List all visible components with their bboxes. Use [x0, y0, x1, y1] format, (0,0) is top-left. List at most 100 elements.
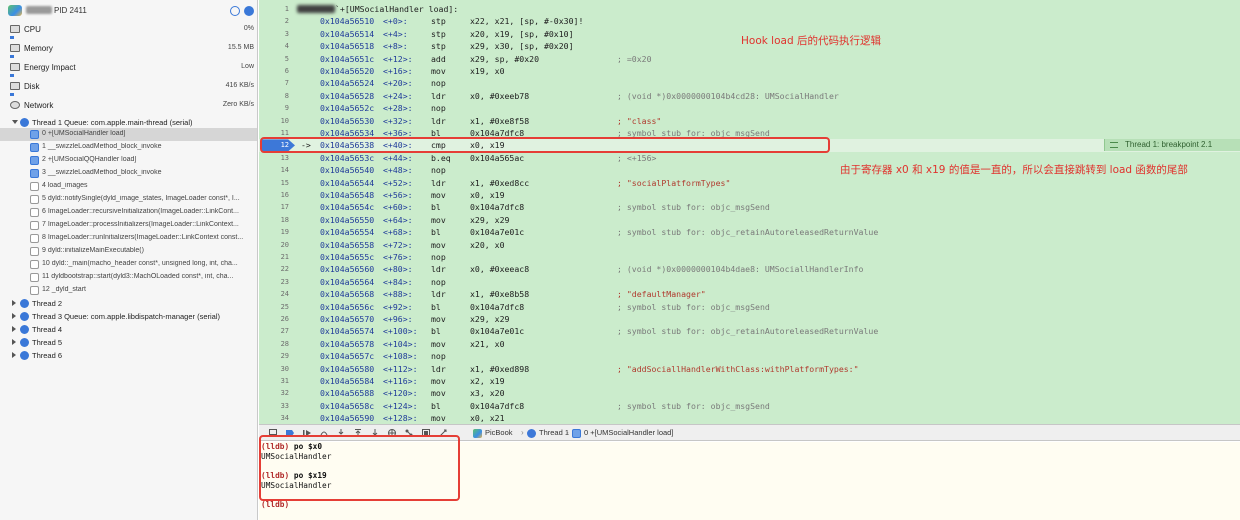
stack-frame[interactable]: 5 dyld::notifySingle(dyld_image_states, … — [0, 193, 257, 206]
line-number[interactable]: 2 — [259, 15, 289, 27]
stack-frame[interactable]: 10 dyld::_main(macho_header const*, unsi… — [0, 258, 257, 271]
instruction-comment: ; symbol stub for: objc_retainAutoreleas… — [617, 227, 879, 238]
line-number[interactable]: 33 — [259, 400, 289, 412]
line-number[interactable]: 3 — [259, 28, 289, 40]
gauge-energy[interactable]: Energy Impact Low — [0, 60, 257, 79]
line-number[interactable]: 24 — [259, 288, 289, 300]
stack-frame[interactable]: 3 __swizzleLoadMethod_block_invoke — [0, 167, 257, 180]
gauge-cpu[interactable]: CPU 0% — [0, 22, 257, 41]
instruction-mnemonic: ldr — [431, 289, 446, 300]
cpu-icon — [10, 25, 20, 33]
line-number[interactable]: 28 — [259, 338, 289, 350]
line-number[interactable]: 15 — [259, 177, 289, 189]
pause-process-icon[interactable] — [230, 6, 240, 16]
breadcrumb-frame[interactable]: 0 +[UMSocialHandler load] — [584, 428, 673, 437]
line-number[interactable]: 32 — [259, 387, 289, 399]
line-number[interactable]: 29 — [259, 350, 289, 362]
disassembly-editor[interactable]: 1 `+[UMSocialHandler load]: 2 0x104a56510 <+… — [259, 0, 1240, 424]
instruction-mnemonic: mov — [431, 413, 446, 424]
line-number[interactable]: 14 — [259, 164, 289, 176]
instruction-address: 0x104a56584 — [320, 376, 375, 386]
line-number[interactable]: 31 — [259, 375, 289, 387]
instruction-mnemonic: add — [431, 53, 446, 64]
line-number[interactable]: 19 — [259, 226, 289, 238]
instruction-offset: <+52>: — [383, 177, 413, 188]
instruction-operands: x20, x0 — [470, 239, 505, 250]
thread-3[interactable]: Thread 3 Queue: com.apple.libdispatch-ma… — [0, 310, 257, 323]
gauge-network[interactable]: Network Zero KB/s — [0, 98, 257, 117]
thread-icon — [20, 118, 29, 127]
code-line: 29 0x104a5657c <+108>: nop — [259, 350, 1240, 362]
line-number[interactable]: 25 — [259, 301, 289, 313]
line-number[interactable]: 30 — [259, 363, 289, 375]
line-number[interactable]: 13 — [259, 152, 289, 164]
line-number[interactable]: 23 — [259, 276, 289, 288]
stack-frame[interactable]: 0 +[UMSocialHandler load] — [0, 128, 257, 141]
stack-frame[interactable]: 8 ImageLoader::runInitializers(ImageLoad… — [0, 232, 257, 245]
gauge-disk[interactable]: Disk 416 KB/s — [0, 79, 257, 98]
instruction-mnemonic: mov — [431, 66, 446, 76]
breadcrumb-thread[interactable]: Thread 1 — [539, 428, 569, 437]
system-frame-icon — [30, 260, 39, 269]
stack-frame[interactable]: 1 __swizzleLoadMethod_block_invoke — [0, 141, 257, 154]
line-number[interactable]: 34 — [259, 412, 289, 424]
breakpoint-badge[interactable]: Thread 1: breakpoint 2.1 — [1104, 139, 1240, 151]
disclosure-closed-icon[interactable] — [12, 300, 16, 306]
line-number[interactable]: 10 — [259, 115, 289, 127]
instruction-mnemonic: ldr — [431, 264, 446, 275]
instruction-operands: x1, #0xed898 — [470, 363, 530, 374]
console-input-line[interactable]: (lldb) — [261, 500, 289, 509]
stack-frame[interactable]: 2 +[UMSocialQQHandler load] — [0, 154, 257, 167]
disclosure-closed-icon[interactable] — [12, 352, 16, 358]
stack-frame[interactable]: 12 _dyld_start — [0, 284, 257, 297]
line-number[interactable]: 1 — [259, 3, 289, 15]
process-options-icon[interactable] — [244, 6, 254, 16]
instruction-offset: <+100>: — [383, 326, 418, 337]
instruction-offset: <+16>: — [383, 66, 413, 76]
line-number[interactable]: 18 — [259, 214, 289, 226]
system-frame-icon — [30, 182, 39, 191]
thread-5[interactable]: Thread 5 — [0, 336, 257, 349]
instruction-comment: ; symbol stub for: objc_msgSend — [617, 301, 770, 312]
line-number[interactable]: 8 — [259, 90, 289, 102]
stack-frame[interactable]: 4 load_images — [0, 180, 257, 193]
thread-4[interactable]: Thread 4 — [0, 323, 257, 336]
instruction-mnemonic: stp — [431, 16, 446, 27]
disclosure-closed-icon[interactable] — [12, 326, 16, 332]
thread-icon — [20, 312, 29, 321]
line-number[interactable]: 17 — [259, 201, 289, 213]
process-header[interactable]: PID 2411 — [0, 3, 257, 19]
instruction-offset: <+44>: — [383, 152, 413, 163]
thread-icon — [20, 299, 29, 308]
instruction-offset: <+24>: — [383, 90, 413, 101]
system-frame-icon — [30, 195, 39, 204]
thread-2[interactable]: Thread 2 — [0, 297, 257, 310]
stack-frame[interactable]: 9 dyld::initializeMainExecutable() — [0, 245, 257, 258]
line-number[interactable]: 5 — [259, 53, 289, 65]
gauge-memory[interactable]: Memory 15.5 MB — [0, 41, 257, 60]
line-number[interactable]: 22 — [259, 263, 289, 275]
disclosure-closed-icon[interactable] — [12, 313, 16, 319]
line-number[interactable]: 26 — [259, 313, 289, 325]
line-number[interactable]: 21 — [259, 251, 289, 263]
instruction-offset: <+64>: — [383, 214, 413, 225]
breadcrumb-app[interactable]: PicBook — [485, 428, 513, 437]
line-number[interactable]: 6 — [259, 65, 289, 77]
line-number[interactable]: 9 — [259, 102, 289, 114]
energy-icon — [10, 63, 20, 71]
line-number[interactable]: 20 — [259, 239, 289, 251]
stack-frame[interactable]: 6 ImageLoader::recursiveInitialization(I… — [0, 206, 257, 219]
thread-6[interactable]: Thread 6 — [0, 349, 257, 362]
instruction-mnemonic: bl — [431, 301, 441, 312]
line-number[interactable]: 7 — [259, 77, 289, 89]
line-number[interactable]: 27 — [259, 325, 289, 337]
stack-frame[interactable]: 7 ImageLoader::processInitializers(Image… — [0, 219, 257, 232]
instruction-comment: ; <+156> — [617, 152, 657, 163]
line-number[interactable]: 4 — [259, 40, 289, 52]
redacted-app-name — [26, 6, 52, 14]
instruction-offset: <+76>: — [383, 252, 413, 262]
line-number[interactable]: 16 — [259, 189, 289, 201]
disclosure-open-icon[interactable] — [12, 120, 18, 124]
stack-frame[interactable]: 11 dyldbootstrap::start(dyld3::MachOLoad… — [0, 271, 257, 284]
disclosure-closed-icon[interactable] — [12, 339, 16, 345]
